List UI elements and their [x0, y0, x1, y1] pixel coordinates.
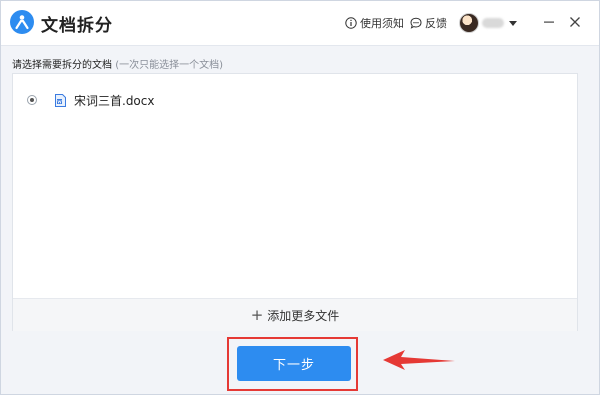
chevron-down-icon: [509, 20, 517, 26]
plus-icon: +: [250, 305, 264, 324]
instruction-main: 请选择需要拆分的文档: [12, 60, 112, 71]
username-blurred: [482, 18, 504, 28]
list-item[interactable]: 宋词三首.docx: [27, 92, 154, 108]
help-link[interactable]: 使用须知: [345, 15, 404, 31]
close-icon[interactable]: [567, 14, 583, 30]
app-window: 文档拆分 使用须知 反馈 请选择需要拆分的文档 (一次只能选择一个文档) 宋词三…: [0, 0, 600, 395]
feedback-label: 反馈: [425, 17, 447, 30]
chat-bubble-icon: [410, 17, 422, 29]
word-document-icon: [55, 93, 66, 107]
add-more-label: 添加更多文件: [267, 308, 340, 323]
feedback-link[interactable]: 反馈: [410, 15, 447, 31]
next-step-button[interactable]: 下一步: [237, 346, 351, 381]
file-radio-selected[interactable]: [27, 95, 37, 105]
annotation-arrow-icon: [383, 350, 455, 370]
app-logo-icon: [10, 10, 34, 34]
file-list-panel: 宋词三首.docx + 添加更多文件: [12, 73, 578, 331]
title-bar: 文档拆分 使用须知 反馈: [1, 1, 599, 46]
user-menu[interactable]: [459, 13, 517, 33]
file-name: 宋词三首.docx: [74, 93, 155, 108]
avatar: [459, 13, 479, 33]
minimize-icon[interactable]: [541, 14, 557, 30]
info-icon: [345, 17, 357, 29]
app-title: 文档拆分: [41, 16, 113, 36]
help-label: 使用须知: [360, 17, 404, 30]
instruction-hint: (一次只能选择一个文档): [115, 60, 223, 71]
add-more-files-button[interactable]: + 添加更多文件: [13, 298, 577, 331]
instruction-text: 请选择需要拆分的文档 (一次只能选择一个文档): [12, 56, 223, 71]
